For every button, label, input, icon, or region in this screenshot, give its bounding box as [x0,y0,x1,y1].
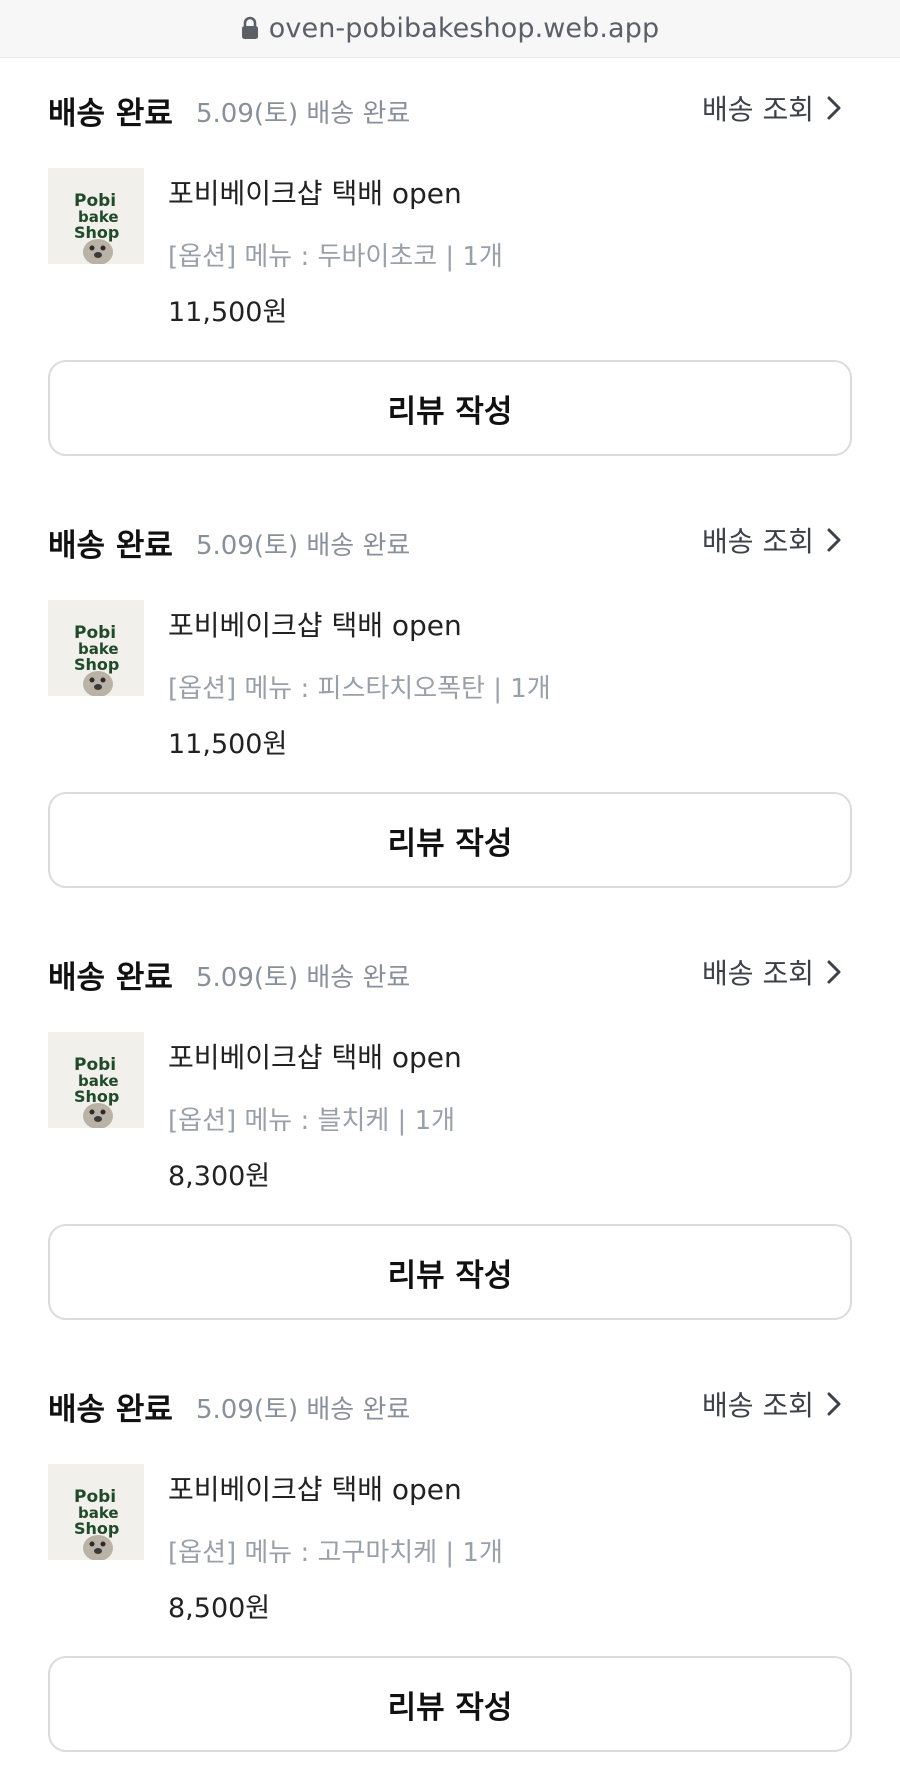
write-review-button[interactable]: 리뷰 작성 [48,792,852,888]
product-price: 8,300원 [168,1161,271,1192]
url-text: oven-pobibakeshop.web.app [268,13,660,44]
write-review-button[interactable]: 리뷰 작성 [48,1656,852,1752]
write-review-button[interactable]: 리뷰 작성 [48,360,852,456]
product-name[interactable]: 포비베이크샵 택배 open [168,172,462,212]
product-option: [옵션] 메뉴 : 블치케 | 1개 [168,1106,456,1136]
delivery-status-date: 5.09(토) 배송 완료 [196,963,411,993]
chevron-right-icon [826,95,842,121]
product-name[interactable]: 포비베이크샵 택배 open [168,604,462,644]
track-delivery-link[interactable]: 배송 조회 [702,952,842,992]
product-thumbnail[interactable]: Pobi bake Shop [48,600,144,696]
track-delivery-label: 배송 조회 [702,93,814,126]
delivery-status-date: 5.09(토) 배송 완료 [196,1395,411,1425]
delivery-status-date: 5.09(토) 배송 완료 [196,99,411,129]
order-card: 배송 완료 5.09(토) 배송 완료 배송 조회 Pobi bake Shop… [0,1354,900,1786]
product-thumbnail[interactable]: Pobi bake Shop [48,1464,144,1560]
delivery-status-title: 배송 완료 [48,96,173,132]
product-option: [옵션] 메뉴 : 고구마치케 | 1개 [168,1538,503,1568]
delivery-status-title: 배송 완료 [48,1392,173,1428]
pobi-bakeshop-logo-icon: Pobi bake Shop [48,1032,144,1128]
product-price: 8,500원 [168,1593,271,1624]
product-price: 11,500원 [168,297,288,328]
pobi-bakeshop-logo-icon: Pobi bake Shop [48,168,144,264]
write-review-button[interactable]: 리뷰 작성 [48,1224,852,1320]
delivery-status-date: 5.09(토) 배송 완료 [196,531,411,561]
product-thumbnail[interactable]: Pobi bake Shop [48,1032,144,1128]
pobi-bakeshop-logo-icon: Pobi bake Shop [48,600,144,696]
track-delivery-link[interactable]: 배송 조회 [702,1384,842,1424]
order-card: 배송 완료 5.09(토) 배송 완료 배송 조회 Pobi bake Shop… [0,490,900,922]
product-option: [옵션] 메뉴 : 두바이초코 | 1개 [168,242,503,272]
track-delivery-label: 배송 조회 [702,1389,814,1422]
order-list: 배송 완료 5.09(토) 배송 완료 배송 조회 Pobi bake Shop… [0,58,900,1786]
lock-icon [241,16,259,40]
track-delivery-link[interactable]: 배송 조회 [702,88,842,128]
chevron-right-icon [826,527,842,553]
delivery-status-title: 배송 완료 [48,960,173,996]
track-delivery-link[interactable]: 배송 조회 [702,520,842,560]
product-name[interactable]: 포비베이크샵 택배 open [168,1036,462,1076]
chevron-right-icon [826,1391,842,1417]
product-name[interactable]: 포비베이크샵 택배 open [168,1468,462,1508]
product-price: 11,500원 [168,729,288,760]
pobi-bakeshop-logo-icon: Pobi bake Shop [48,1464,144,1560]
track-delivery-label: 배송 조회 [702,957,814,990]
chevron-right-icon [826,959,842,985]
track-delivery-label: 배송 조회 [702,525,814,558]
product-thumbnail[interactable]: Pobi bake Shop [48,168,144,264]
product-option: [옵션] 메뉴 : 피스타치오폭탄 | 1개 [168,674,551,704]
order-card: 배송 완료 5.09(토) 배송 완료 배송 조회 Pobi bake Shop… [0,922,900,1354]
browser-url-bar[interactable]: oven-pobibakeshop.web.app [0,0,900,58]
order-card: 배송 완료 5.09(토) 배송 완료 배송 조회 Pobi bake Shop… [0,58,900,490]
delivery-status-title: 배송 완료 [48,528,173,564]
